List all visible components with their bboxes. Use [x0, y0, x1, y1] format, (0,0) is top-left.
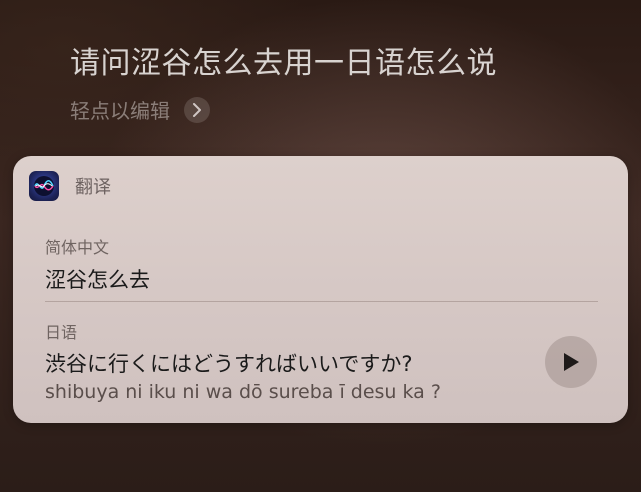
- app-name: 翻译: [75, 177, 111, 198]
- target-text: 渋谷に行くにはどうすればいいですか?: [45, 352, 413, 376]
- translation-card: 翻译 简体中文 涩谷怎么去 日语 渋谷に行くにはどうすればいいですか? shib…: [13, 156, 628, 423]
- play-icon: [564, 353, 579, 371]
- siri-query: 请问涩谷怎么去用一日语怎么说: [70, 46, 497, 81]
- romanization-text: shibuya ni iku ni wa dō sureba ī desu ka…: [45, 381, 441, 403]
- target-language-label: 日语: [45, 323, 78, 342]
- card-header: 翻译: [29, 171, 111, 201]
- tap-to-edit[interactable]: 轻点以编辑: [70, 95, 210, 124]
- tap-to-edit-label: 轻点以编辑: [70, 99, 170, 123]
- divider: [45, 301, 598, 302]
- chevron-right-icon[interactable]: [184, 96, 210, 123]
- source-language-label: 简体中文: [45, 238, 110, 257]
- source-text: 涩谷怎么去: [45, 268, 150, 292]
- play-button[interactable]: [545, 336, 597, 388]
- siri-icon: [29, 171, 59, 201]
